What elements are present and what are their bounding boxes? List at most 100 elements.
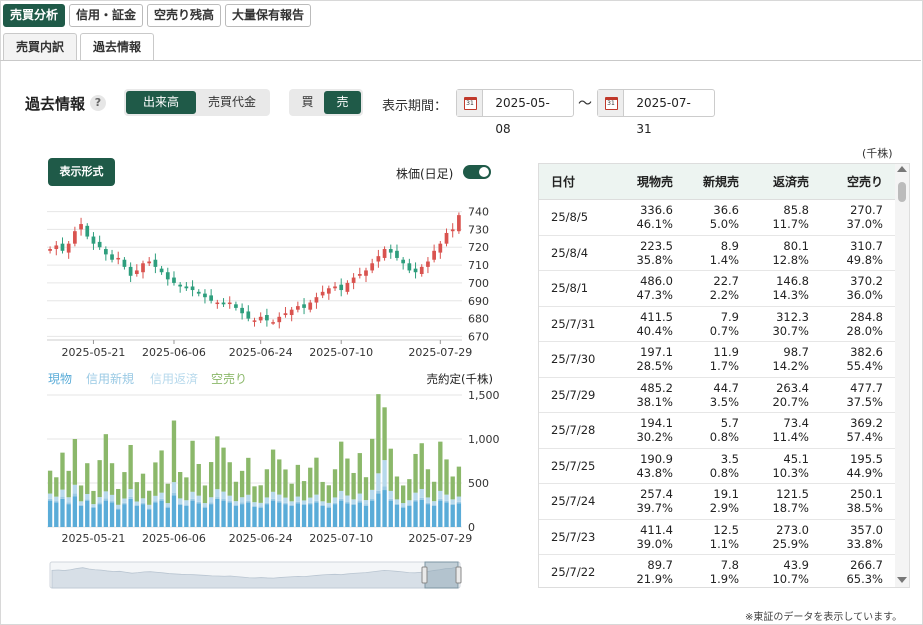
volume-bar-segment	[345, 495, 350, 502]
table-row: 25/7/29 485.2 38.1% 44.7 3.5% 263.4 20.7% 477.7…	[539, 378, 909, 413]
volume-bar-segment	[47, 500, 53, 527]
volume-bar-segment	[301, 503, 307, 505]
row-value: 411.4 39.0%	[609, 520, 673, 555]
volume-bar-segment	[60, 452, 65, 490]
volume-bar-segment	[419, 443, 424, 489]
value-amount: 312.3	[776, 309, 809, 324]
volume-bar-segment	[357, 502, 362, 527]
scroll-thumb[interactable]	[898, 182, 906, 202]
candle-body	[333, 286, 337, 289]
volume-bar-segment	[85, 500, 90, 527]
candle-body	[234, 304, 238, 308]
volume-bar-segment	[258, 507, 263, 527]
row-value: 11.9 1.7%	[673, 342, 739, 377]
value-amount: 369.2	[850, 416, 883, 431]
candle-body	[258, 316, 263, 321]
volume-bar-segment	[190, 491, 195, 499]
candle-body	[357, 274, 362, 276]
candle-body	[116, 257, 121, 260]
candle-body	[302, 304, 306, 308]
value-amount: 146.8	[776, 274, 809, 289]
value-percent: 37.0%	[846, 217, 883, 232]
volume-bar-segment	[320, 505, 325, 527]
row-value: 370.2 36.0%	[809, 271, 883, 306]
volume-bar-segment	[134, 505, 139, 527]
price-x-tick-label: 2025-06-24	[229, 346, 293, 359]
volume-bar-segment	[66, 502, 71, 505]
candle-body	[407, 263, 412, 271]
row-value: 190.9 43.8%	[609, 449, 673, 484]
price-x-tick-label: 2025-07-10	[309, 346, 373, 359]
volume-axis-title: 売約定(千株)	[427, 372, 493, 386]
value-percent: 0.8%	[709, 465, 739, 480]
volume-bar-segment	[438, 500, 443, 527]
value-percent: 25.9%	[772, 536, 809, 551]
candle-body	[159, 268, 164, 273]
volume-bar-segment	[450, 499, 455, 504]
row-value: 19.1 2.9%	[673, 484, 739, 519]
volume-bar-segment	[407, 500, 412, 505]
table-row: 25/7/23 411.4 39.0% 12.5 1.1% 273.0 25.9% 357.0…	[539, 520, 909, 555]
candle-body	[221, 302, 226, 305]
volume-x-tick-label: 2025-05-21	[61, 532, 125, 545]
volume-bar-segment	[208, 462, 214, 498]
candle-body	[395, 250, 399, 258]
volume-bar-segment	[264, 497, 270, 503]
volume-bar-segment	[85, 494, 90, 500]
value-amount: 36.6	[713, 203, 739, 218]
volume-bar-segment	[419, 497, 424, 500]
row-value: 486.0 47.3%	[609, 271, 673, 306]
value-amount: 22.7	[713, 274, 739, 289]
volume-bar-segment	[382, 407, 387, 461]
volume-bar-segment	[394, 505, 400, 527]
volume-bar-segment	[153, 495, 158, 502]
volume-bar-segment	[419, 499, 424, 527]
volume-bar-segment	[295, 501, 301, 504]
row-value: 357.0 33.8%	[809, 520, 883, 555]
candle-body	[141, 263, 145, 273]
value-percent: 21.9%	[636, 572, 673, 587]
volume-bar-segment	[246, 500, 251, 503]
volume-bar-segment	[394, 503, 400, 505]
volume-bar-segment	[400, 503, 406, 507]
volume-bar-segment	[109, 494, 115, 502]
volume-bar-segment	[140, 504, 146, 527]
volume-bar-segment	[320, 501, 325, 505]
value-amount: 357.0	[850, 522, 883, 537]
volume-bar-segment	[376, 394, 381, 474]
volume-bar-segment	[351, 503, 356, 505]
row-date: 25/7/31	[551, 316, 596, 331]
volume-x-tick-label: 2025-06-24	[229, 532, 293, 545]
scroll-down-icon[interactable]	[897, 577, 907, 583]
candle-body	[277, 316, 282, 323]
value-percent: 2.9%	[709, 501, 739, 516]
candle-body	[382, 249, 387, 258]
candle-body	[450, 229, 455, 232]
candle-body	[345, 282, 350, 292]
row-date: 25/8/4	[551, 245, 589, 260]
value-amount: 284.8	[850, 309, 883, 324]
value-percent: 39.7%	[636, 501, 673, 516]
volume-bar-segment	[184, 500, 189, 505]
volume-bar-segment	[431, 505, 437, 527]
volume-bar-segment	[66, 497, 71, 503]
volume-bar-segment	[252, 486, 257, 503]
volume-bar-segment	[400, 485, 406, 504]
scroll-up-icon[interactable]	[897, 166, 907, 172]
row-value: 146.8 14.3%	[739, 271, 809, 306]
row-date: 25/7/28	[551, 423, 596, 437]
volume-bar-segment	[78, 501, 84, 505]
value-amount: 477.7	[850, 380, 883, 395]
table-scrollbar[interactable]	[895, 164, 909, 587]
volume-bar-segment	[289, 483, 294, 502]
row-value: 36.6 5.0%	[673, 200, 739, 235]
volume-bar-segment	[196, 463, 201, 496]
row-value: 257.4 39.7%	[609, 484, 673, 519]
value-percent: 14.3%	[772, 288, 809, 303]
volume-bar-segment	[47, 498, 53, 501]
volume-bar-segment	[239, 502, 245, 505]
volume-bar-segment	[388, 500, 393, 527]
value-amount: 266.7	[850, 558, 883, 573]
volume-bar-segment	[153, 501, 158, 503]
volume-bar-segment	[270, 498, 276, 501]
